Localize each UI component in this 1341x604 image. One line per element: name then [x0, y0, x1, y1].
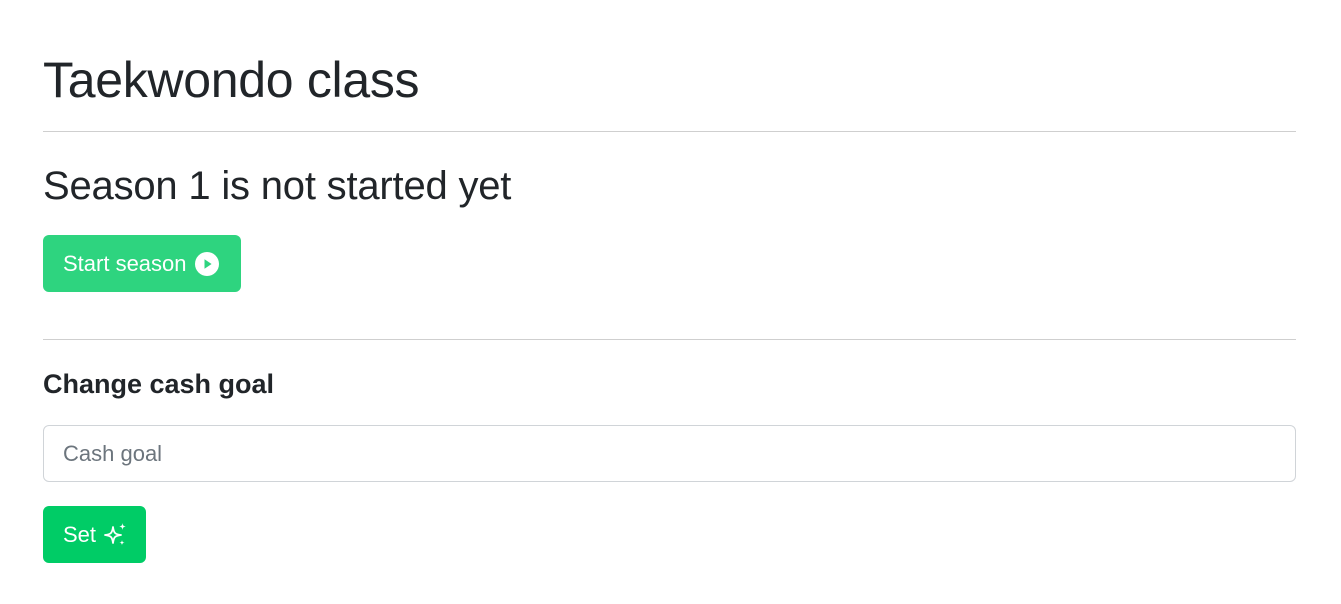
- page-title: Taekwondo class: [43, 52, 420, 108]
- play-circle-icon: [194, 251, 219, 276]
- start-season-button[interactable]: Start season: [43, 235, 241, 292]
- season-status-heading: Season 1 is not started yet: [43, 164, 512, 208]
- set-button-label: Set: [63, 521, 97, 547]
- cash-goal-heading: Change cash goal: [43, 369, 275, 399]
- set-cash-goal-button[interactable]: Set: [43, 506, 146, 563]
- title-divider: [43, 131, 1296, 132]
- start-season-button-label: Start season: [63, 250, 187, 276]
- section-divider: [43, 339, 1296, 340]
- cash-goal-input[interactable]: [43, 425, 1296, 482]
- sparkles-icon: [104, 522, 128, 548]
